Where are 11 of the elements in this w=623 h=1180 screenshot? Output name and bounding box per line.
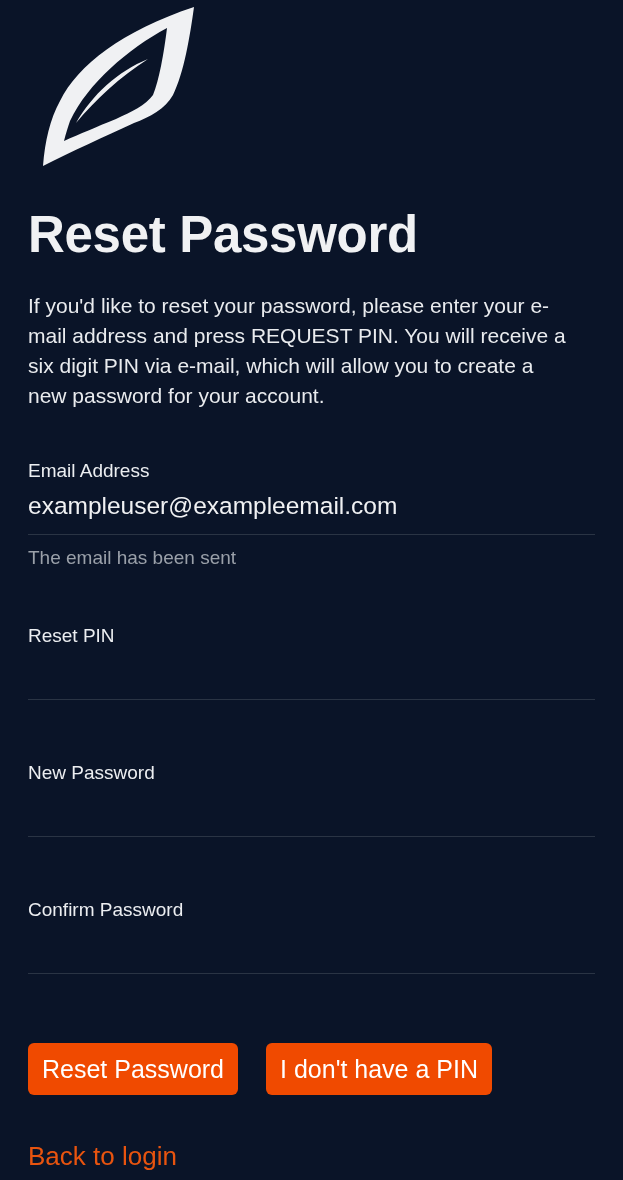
reset-password-button[interactable]: Reset Password [28,1043,239,1095]
email-input[interactable]: exampleuser@exampleemail.com [28,483,595,535]
no-pin-button[interactable]: I don't have a PIN [266,1043,492,1095]
back-to-login-link[interactable]: Back to login [28,1140,177,1172]
field-label: Reset PIN [28,624,115,648]
instructions-text: If you'd like to reset your password, please enter your e-mail address and press REQUEST PIN. You will receive a six digit PIN via e-mail, which will allow you to create a new password for your account. [28,293,567,409]
field-label: Email Address [28,459,150,483]
helper-text: The email has been sent [28,546,237,570]
field-label: Confirm Password [28,898,184,922]
page-title: Reset Password [28,205,418,265]
field-label: New Password [28,761,155,785]
